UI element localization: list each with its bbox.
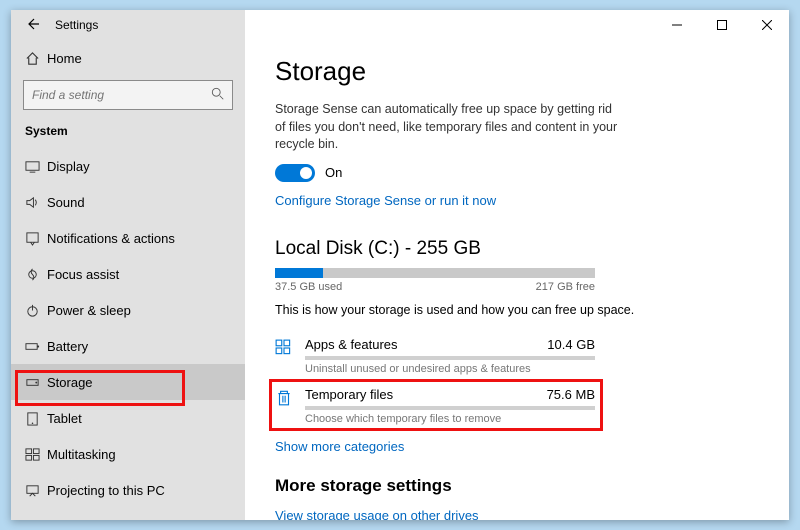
disk-usage-fill [275,268,323,278]
apps-icon [275,337,305,362]
sidebar-item-label: Focus assist [47,267,119,282]
projecting-icon [25,483,47,498]
multitasking-icon [25,447,47,462]
disk-labels: 37.5 GB used 217 GB free [275,281,595,293]
sidebar-item-label: Notifications & actions [47,231,175,246]
category-name: Temporary files [305,387,393,402]
sidebar-item-label: Sound [47,195,85,210]
view-storage-other-drives-link[interactable]: View storage usage on other drives [275,508,759,521]
search-wrap [23,80,233,110]
search-input[interactable] [23,80,233,110]
category-bar [305,406,595,410]
home-icon [25,51,47,66]
sidebar-home-label: Home [47,51,82,66]
storage-sense-toggle-row: On [275,164,759,182]
disk-title: Local Disk (C:) - 255 GB [275,238,759,260]
sidebar-item-label: Battery [47,339,88,354]
sidebar-item-tablet[interactable]: Tablet [11,400,245,436]
display-icon [25,159,47,174]
sidebar-item-sound[interactable]: Sound [11,184,245,220]
category-name: Apps & features [305,337,398,352]
disk-free-label: 217 GB free [536,281,595,293]
page-title: Storage [275,56,759,87]
search-icon [211,87,225,106]
sidebar-item-storage[interactable]: Storage [11,364,245,400]
titlebar: Settings [11,10,789,40]
sound-icon [25,195,47,210]
storage-sense-toggle[interactable] [275,164,315,182]
storage-icon [25,375,47,390]
sidebar-item-label: Power & sleep [47,303,131,318]
sidebar-heading: System [11,120,245,148]
disk-usage-bar [275,268,595,278]
disk-used-label: 37.5 GB used [275,281,342,293]
sidebar-item-projecting[interactable]: Projecting to this PC [11,472,245,508]
configure-storage-sense-link[interactable]: Configure Storage Sense or run it now [275,193,496,208]
trash-icon [275,387,305,412]
sidebar-item-power-sleep[interactable]: Power & sleep [11,292,245,328]
toggle-label: On [325,165,342,180]
more-storage-settings-title: More storage settings [275,476,759,496]
sidebar-item-multitasking[interactable]: Multitasking [11,436,245,472]
show-more-categories-link[interactable]: Show more categories [275,439,404,454]
storage-sense-description: Storage Sense can automatically free up … [275,101,625,154]
sidebar-item-label: Projecting to this PC [47,483,165,498]
sidebar: Home System Display Sound Notifications … [11,40,245,520]
sidebar-item-battery[interactable]: Battery [11,328,245,364]
maximize-button[interactable] [699,10,744,40]
category-subtitle: Choose which temporary files to remove [305,413,595,425]
category-size: 75.6 MB [547,387,595,402]
sidebar-item-display[interactable]: Display [11,148,245,184]
settings-window: Settings Home System Display [11,10,789,520]
battery-icon [25,339,47,354]
sidebar-item-notifications[interactable]: Notifications & actions [11,220,245,256]
tablet-icon [25,411,47,426]
window-title: Settings [55,18,98,32]
sidebar-item-label: Tablet [47,411,82,426]
notifications-icon [25,231,47,246]
titlebar-left: Settings [11,10,245,40]
category-size: 10.4 GB [547,337,595,352]
shared-icon [25,519,47,521]
close-button[interactable] [744,10,789,40]
category-subtitle: Uninstall unused or undesired apps & fea… [305,363,595,375]
disk-note: This is how your storage is used and how… [275,303,759,317]
sidebar-item-label: Shared experiences [47,519,163,521]
sidebar-item-label: Storage [47,375,93,390]
back-button[interactable] [11,17,55,34]
category-bar [305,356,595,360]
content-pane: Storage Storage Sense can automatically … [245,40,789,520]
sidebar-item-label: Display [47,159,90,174]
window-controls [245,10,789,40]
minimize-button[interactable] [654,10,699,40]
category-apps-features[interactable]: Apps & features 10.4 GB Uninstall unused… [275,331,759,381]
sidebar-item-label: Multitasking [47,447,116,462]
power-icon [25,303,47,318]
back-arrow-icon [26,17,40,31]
category-temporary-files[interactable]: Temporary files 75.6 MB Choose which tem… [275,381,759,431]
focus-assist-icon [25,267,47,282]
sidebar-item-focus-assist[interactable]: Focus assist [11,256,245,292]
sidebar-home[interactable]: Home [11,40,245,76]
sidebar-item-shared-experiences[interactable]: Shared experiences [11,508,245,520]
